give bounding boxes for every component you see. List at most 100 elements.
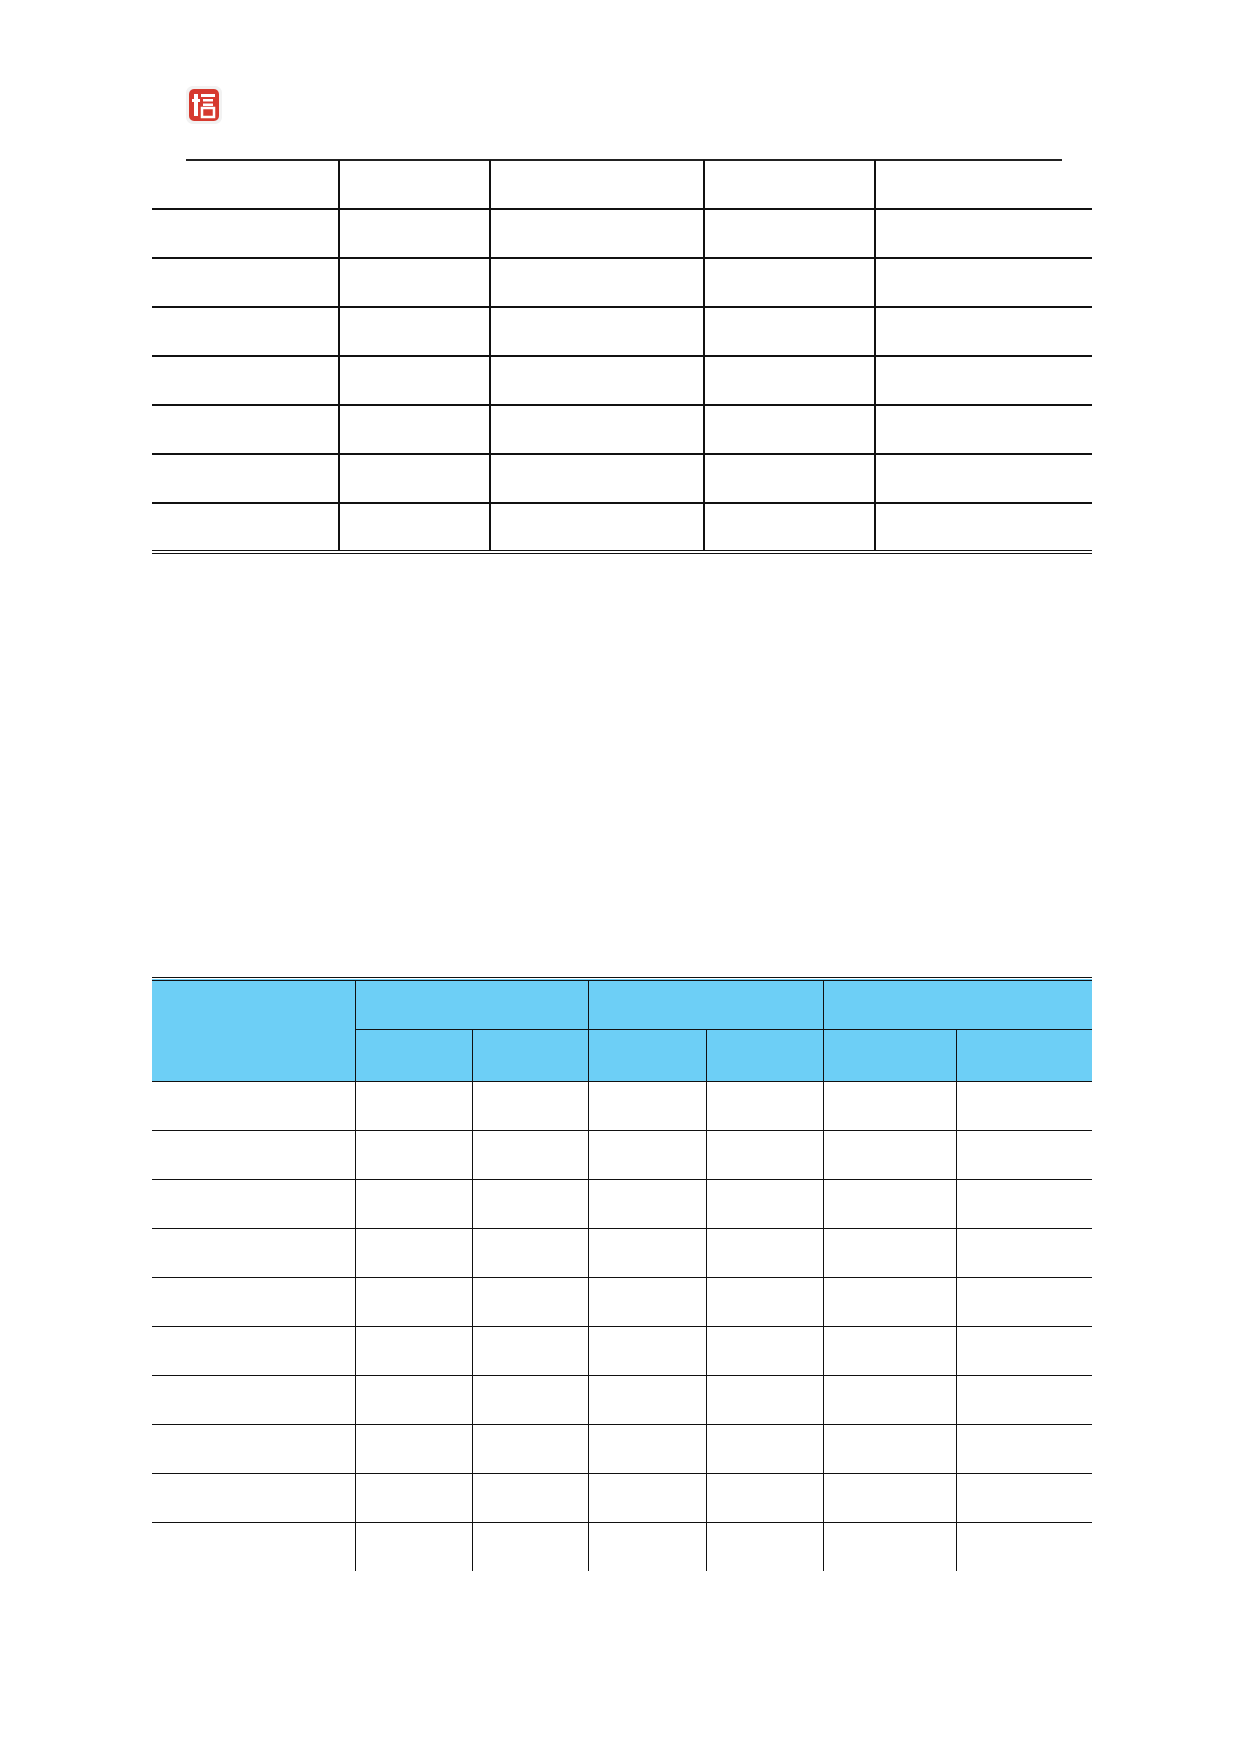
table-cell [472,1325,589,1375]
table-cell [704,404,876,454]
table-cell [339,306,491,356]
table-cell [588,1374,707,1424]
table-cell [355,1521,473,1571]
table-row [152,1521,1092,1571]
table-cell [706,1374,824,1424]
table-cell [339,160,491,209]
table-cell [588,1276,707,1326]
table-cell [152,1080,356,1130]
table-cell [875,257,1092,307]
table-cell [875,404,1092,454]
table-cell [490,208,705,258]
table-cell [355,1276,473,1326]
table-cell [339,257,491,307]
table-cell [152,1178,356,1228]
table-row [152,208,1092,258]
sub-header-cell [472,1028,589,1081]
table-row [152,1227,1092,1277]
table-cell [823,1521,957,1571]
group-header-cell [823,979,1092,1029]
table-cell [490,453,705,503]
table-cell [706,1227,824,1277]
table-2 [152,977,1092,1571]
table-row [152,355,1092,405]
table-cell [152,1227,356,1277]
table-cell [472,1423,589,1473]
stub-header-cell [152,979,356,1081]
table-cell [704,502,876,554]
table-1 [152,160,1092,554]
table-cell [152,1423,356,1473]
table-cell [704,160,876,209]
table-cell [152,208,340,258]
table-cell [472,1374,589,1424]
table-cell [956,1423,1092,1473]
table-row [152,502,1092,554]
table-cell [490,502,705,554]
table-cell [355,1129,473,1179]
table-cell [490,355,705,405]
table-cell [956,1080,1092,1130]
table-cell [490,306,705,356]
table-cell [152,160,340,209]
table-cell [152,1129,356,1179]
table-cell [823,1374,957,1424]
table-cell [706,1129,824,1179]
table-row [152,1276,1092,1326]
table-cell [355,1325,473,1375]
table-cell [956,1521,1092,1571]
table-cell [490,257,705,307]
table-cell [706,1472,824,1522]
table-cell [704,355,876,405]
table-cell [355,1178,473,1228]
table-cell [472,1080,589,1130]
table-cell [355,1227,473,1277]
table-cell [875,453,1092,503]
table-cell [152,1374,356,1424]
table-cell [152,306,340,356]
table-cell [588,1423,707,1473]
table-cell [355,1423,473,1473]
table-cell [704,453,876,503]
table-cell [875,160,1092,209]
table-row [152,1423,1092,1473]
table-cell [472,1178,589,1228]
table-cell [704,306,876,356]
table-cell [152,257,340,307]
group-header-cell [588,979,824,1029]
sub-header-cell [588,1028,707,1081]
table-cell [588,1325,707,1375]
table-cell [823,1178,957,1228]
table-cell [490,404,705,454]
table-cell [706,1276,824,1326]
table-row [152,1472,1092,1522]
table-cell [823,1325,957,1375]
table-cell [704,257,876,307]
table-row [152,1178,1092,1228]
table-cell [588,1129,707,1179]
sub-header-cell [706,1028,824,1081]
table-row [152,453,1092,503]
table-cell [588,1227,707,1277]
table-cell [588,1521,707,1571]
table-cell [706,1423,824,1473]
table-row [152,257,1092,307]
table-cell [823,1276,957,1326]
group-header-cell [355,979,589,1029]
table-row [152,404,1092,454]
table-cell [956,1374,1092,1424]
table-cell [956,1325,1092,1375]
table-cell [152,355,340,405]
table-row [152,306,1092,356]
sub-header-cell [823,1028,957,1081]
table-cell [355,1080,473,1130]
table-cell [875,208,1092,258]
table-cell [588,1472,707,1522]
table-row [152,1129,1092,1179]
table-cell [706,1080,824,1130]
table-cell [339,453,491,503]
table-cell [472,1129,589,1179]
table-cell [706,1325,824,1375]
table-row [152,1325,1092,1375]
table-cell [152,1521,356,1571]
